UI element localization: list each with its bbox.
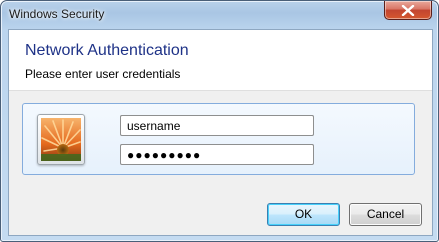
dialog-subheading: Please enter user credentials [25,67,181,81]
window-title: Windows Security [9,7,105,21]
password-field[interactable]: ●●●●●●●●● [120,144,314,165]
ok-button[interactable]: OK [267,203,340,226]
user-tile-image [37,114,85,165]
header-divider [9,90,432,91]
dialog-header: Network Authentication Please enter user… [9,30,432,90]
cancel-button[interactable]: Cancel [349,203,422,226]
close-icon [401,5,415,16]
security-dialog-window: Windows Security Network Authentication … [0,0,439,242]
dialog-heading: Network Authentication [25,42,189,59]
close-button[interactable] [384,1,432,20]
dialog-client-area: Network Authentication Please enter user… [8,29,433,236]
flower-icon [41,118,81,161]
title-bar[interactable]: Windows Security [1,1,438,28]
username-field[interactable]: username [120,115,314,136]
credential-tile-panel[interactable]: username ●●●●●●●●● [22,103,415,175]
